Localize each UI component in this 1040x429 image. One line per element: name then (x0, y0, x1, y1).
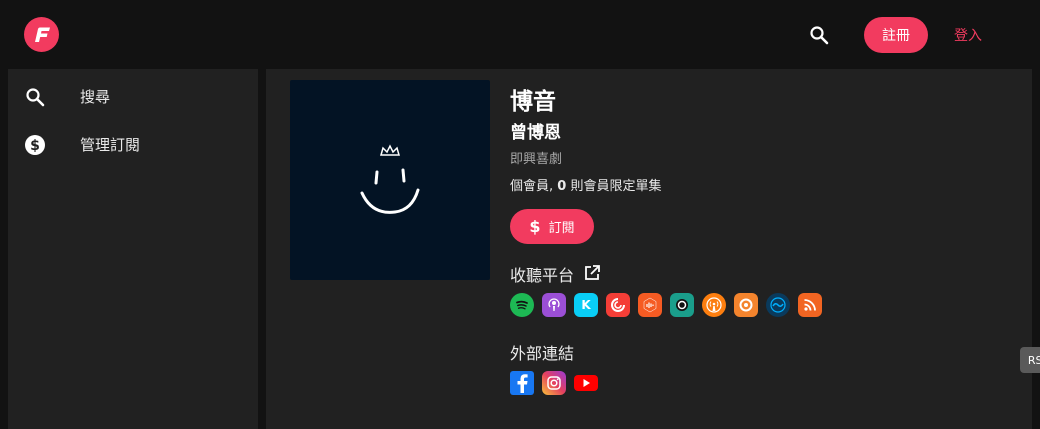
castro-icon[interactable] (766, 293, 790, 317)
podcast-author[interactable]: 曾博恩 (510, 118, 561, 143)
podcast-cover-image (290, 80, 490, 280)
platforms-heading: 收聽平台 (510, 266, 575, 285)
rss-feed-tooltip: RSS Feed (1020, 347, 1040, 373)
exclusive-count: 0 (557, 179, 567, 194)
main-content: 博音 曾博恩 即興喜劇 個會員, 0 則會員限定單集 $ 訂閱 收聽平台 K 外… (266, 69, 1040, 429)
external-link-icon[interactable] (583, 264, 601, 282)
sidebar-item-search[interactable]: 搜尋 (8, 72, 258, 120)
subscribe-label: 訂閱 (548, 221, 575, 236)
login-button[interactable]: 登入 (944, 17, 992, 53)
stats-prefix: 個會員, (510, 179, 558, 194)
instagram-icon[interactable] (542, 371, 566, 395)
castbox-icon[interactable] (638, 293, 662, 317)
firstory-logo-icon[interactable] (24, 17, 59, 52)
sidebar-item-label: 搜尋 (80, 87, 111, 106)
overcast-like-icon[interactable] (670, 293, 694, 317)
dollar-icon: $ (529, 217, 541, 236)
sidebar-item-manage-subscriptions[interactable]: $ 管理訂閱 (8, 120, 258, 168)
sidebar-item-label: 管理訂閱 (80, 135, 141, 154)
overcast-icon[interactable] (702, 293, 726, 317)
search-icon (24, 86, 46, 108)
podcast-addict-icon[interactable] (734, 293, 758, 317)
youtube-icon[interactable] (574, 371, 598, 395)
podcast-category: 即興喜劇 (510, 152, 563, 167)
kkbox-icon[interactable]: K (574, 293, 598, 317)
svg-text:$: $ (30, 138, 40, 154)
sidebar: 搜尋 $ 管理訂閱 (8, 69, 258, 429)
stats-suffix: 則會員限定單集 (566, 179, 662, 194)
subscribe-button[interactable]: $ 訂閱 (510, 209, 594, 244)
spotify-icon[interactable] (510, 293, 534, 317)
platform-list: K (510, 293, 822, 317)
podcast-title: 博音 (510, 89, 556, 115)
dollar-circle-icon: $ (24, 134, 46, 156)
pocket-casts-icon[interactable] (606, 293, 630, 317)
top-bar: 註冊 登入 (0, 0, 1040, 69)
search-icon[interactable] (808, 24, 830, 46)
external-links-heading: 外部連結 (510, 344, 575, 363)
facebook-icon[interactable] (510, 371, 534, 395)
member-stats: 個會員, 0 則會員限定單集 (510, 175, 661, 194)
rss-icon[interactable] (798, 293, 822, 317)
register-button[interactable]: 註冊 (864, 17, 928, 53)
apple-podcasts-icon[interactable] (542, 293, 566, 317)
external-link-list (510, 371, 598, 395)
